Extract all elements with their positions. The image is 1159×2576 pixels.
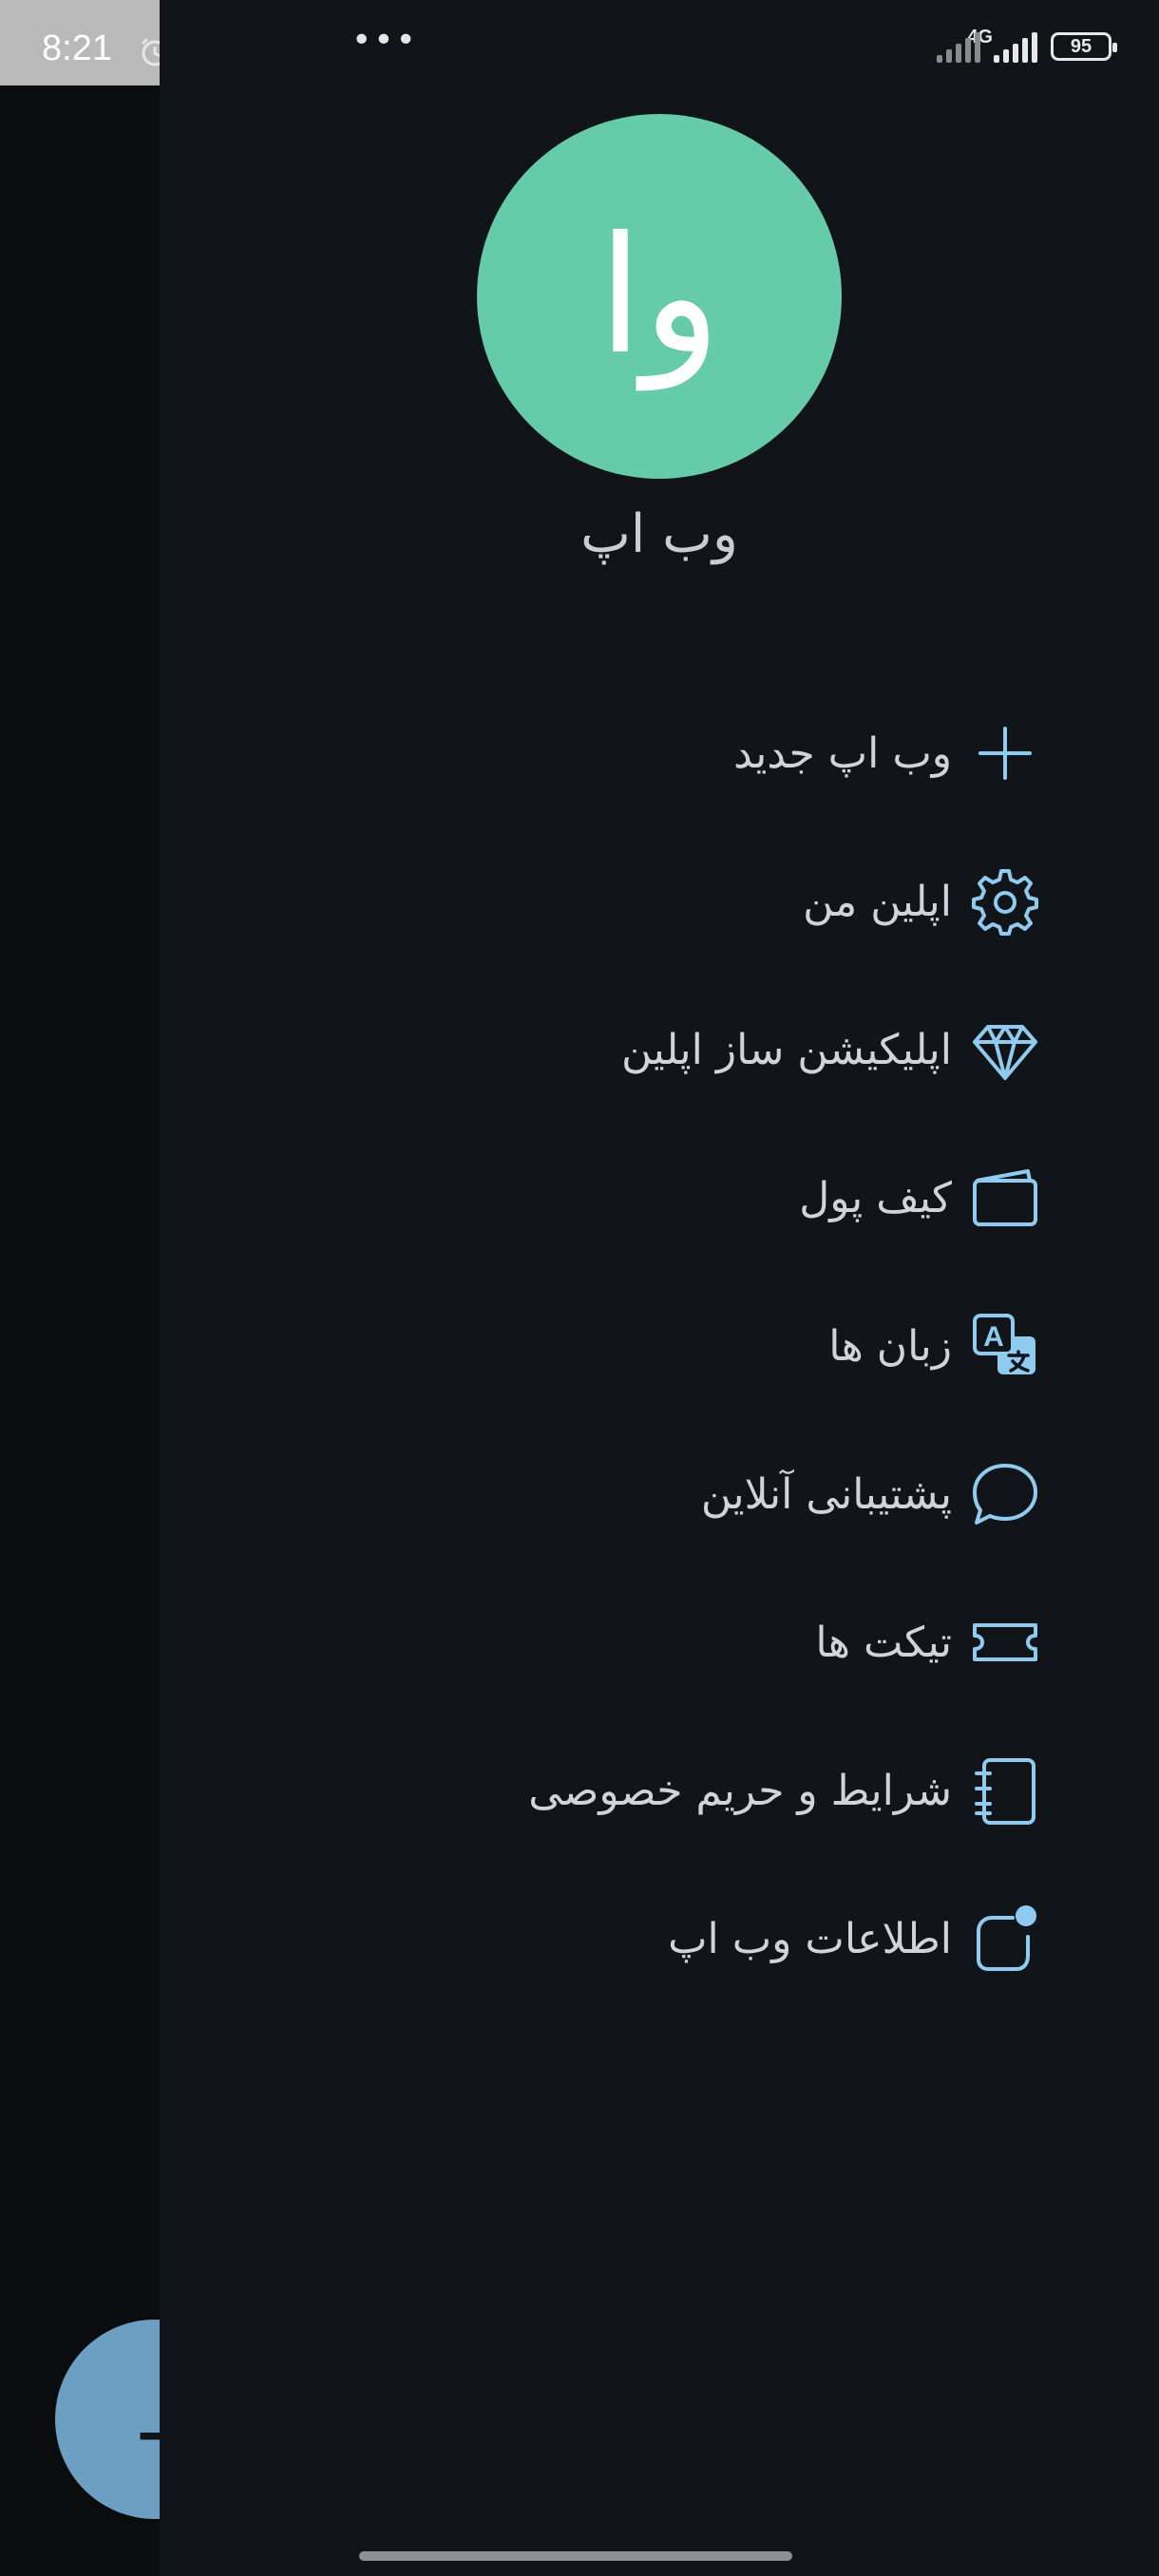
more-notifications-icon: ••• bbox=[352, 21, 418, 60]
signal-icon bbox=[937, 30, 980, 63]
menu-item-label: پشتیبانی آنلاین bbox=[700, 1469, 952, 1519]
diamond-icon bbox=[967, 1012, 1043, 1088]
menu-item-label: اطلاعات وب اپ bbox=[668, 1914, 952, 1963]
notebook-icon bbox=[967, 1752, 1043, 1828]
menu-item-terms-privacy[interactable]: شرایط و حریم خصوصی bbox=[160, 1716, 1159, 1865]
menu-item-label: اپلین من bbox=[803, 877, 952, 926]
gear-icon bbox=[967, 863, 1043, 939]
menu-item-webapp-info[interactable]: اطلاعات وب اپ bbox=[160, 1865, 1159, 2013]
home-indicator[interactable] bbox=[359, 2551, 792, 2561]
menu-item-label: اپلیکیشن ساز اپلین bbox=[621, 1025, 952, 1074]
menu-item-label: کیف پول bbox=[799, 1173, 952, 1222]
menu-item-my-aplin[interactable]: اپلین من bbox=[160, 827, 1159, 975]
menu-item-languages[interactable]: زبان ها A bbox=[160, 1272, 1159, 1420]
menu-item-wallet[interactable]: کیف پول bbox=[160, 1124, 1159, 1272]
info-notification-icon bbox=[967, 1901, 1043, 1977]
status-bar-right: 95 bbox=[937, 30, 1117, 63]
menu-item-label: شرایط و حریم خصوصی bbox=[528, 1766, 952, 1815]
menu-item-app-builder[interactable]: اپلیکیشن ساز اپلین bbox=[160, 975, 1159, 1124]
translate-icon: A bbox=[967, 1308, 1043, 1384]
menu-item-online-support[interactable]: پشتیبانی آنلاین bbox=[160, 1420, 1159, 1568]
drawer-menu: وب اپ جدید اپلین من اپلیکیشن ساز اپلین ک… bbox=[160, 679, 1159, 2013]
menu-item-tickets[interactable]: تیکت ها bbox=[160, 1568, 1159, 1716]
plus-icon: + bbox=[131, 2384, 160, 2484]
svg-text:A: A bbox=[983, 1321, 1004, 1353]
avatar[interactable]: وا bbox=[477, 114, 842, 479]
app-name: وب اپ bbox=[580, 503, 738, 565]
ticket-icon bbox=[967, 1604, 1043, 1680]
plus-icon bbox=[967, 715, 1043, 791]
fab-clip: + bbox=[0, 0, 160, 2576]
wallet-icon bbox=[967, 1160, 1043, 1236]
battery-icon: 95 bbox=[1051, 32, 1117, 61]
menu-item-label: زبان ها bbox=[828, 1321, 952, 1371]
signal-4g-icon bbox=[994, 30, 1037, 63]
battery-level: 95 bbox=[1070, 35, 1092, 57]
avatar-initials: وا bbox=[598, 202, 721, 390]
chat-bubble-icon bbox=[967, 1456, 1043, 1532]
menu-item-label: تیکت ها bbox=[815, 1618, 952, 1667]
menu-item-new-webapp[interactable]: وب اپ جدید bbox=[160, 679, 1159, 827]
menu-item-label: وب اپ جدید bbox=[733, 729, 952, 778]
